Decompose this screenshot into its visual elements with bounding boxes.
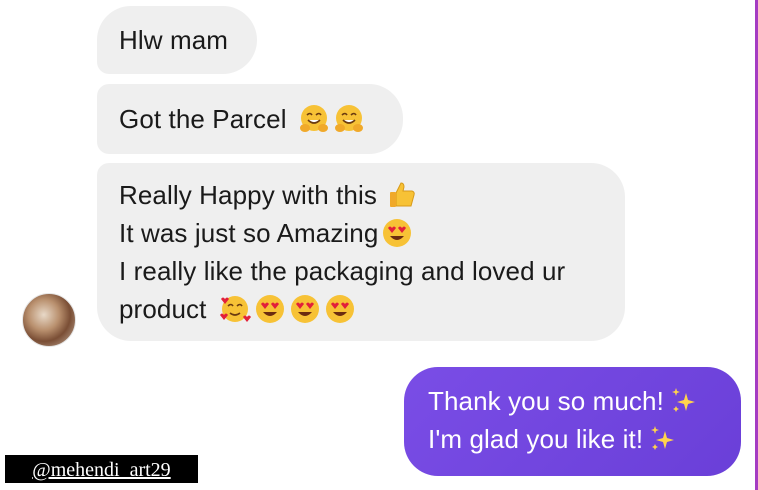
message-text: Hlw mam [119,25,229,55]
incoming-message-3[interactable]: Really Happy with this It was just so Am… [97,163,625,341]
message-line: It was just so Amazing [119,214,603,252]
message-line: Hlw mam [119,21,235,59]
message-line: Got the Parcel [119,100,381,138]
message-text: product [119,294,207,324]
smiling-hearts-emoji [219,293,252,325]
heart-eyes-emoji [381,217,413,249]
thumbs-up-emoji [386,179,418,211]
hugging-face-emoji [298,103,330,135]
heart-eyes-emoji [289,293,321,325]
hugging-face-emoji [333,103,365,135]
message-text: Really Happy with this [119,180,377,210]
message-text: Thank you so much! [428,386,664,416]
message-line: I really like the packaging and loved ur [119,252,603,290]
incoming-message-2[interactable]: Got the Parcel [97,84,403,154]
message-text: I'm glad you like it! [428,424,644,454]
outgoing-message[interactable]: Thank you so much! I'm glad you like it! [404,367,741,476]
message-line: Thank you so much! [428,382,741,420]
message-text: It was just so Amazing [119,218,379,248]
avatar[interactable] [22,293,76,347]
message-line: Really Happy with this [119,176,603,214]
incoming-message-1[interactable]: Hlw mam [97,6,257,74]
message-text: I really like the packaging and loved ur [119,256,566,286]
message-line: product [119,290,603,328]
message-line: I'm glad you like it! [428,420,741,458]
chat-screen: Hlw mam Got the Parcel Really Happy with… [0,0,758,490]
sparkles-emoji [647,423,679,455]
watermark-handle: @mehendi_art29 [4,454,199,484]
message-text: Got the Parcel [119,104,287,134]
heart-eyes-emoji [324,293,356,325]
sparkles-emoji [668,385,700,417]
heart-eyes-emoji [254,293,286,325]
